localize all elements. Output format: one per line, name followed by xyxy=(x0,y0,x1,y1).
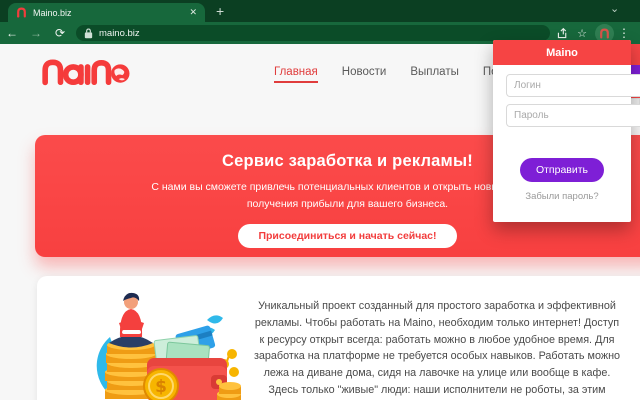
join-now-button[interactable]: Присоединиться и начать сейчас! xyxy=(238,223,457,248)
popup-body: Отправить Забыли пароль? xyxy=(493,65,640,202)
login-row xyxy=(501,74,640,97)
forward-icon[interactable]: → xyxy=(24,22,48,44)
browser-menu-icon[interactable]: ⋮ xyxy=(618,26,626,40)
address-bar[interactable]: maino.biz xyxy=(76,25,550,41)
maino-logo[interactable] xyxy=(38,56,130,93)
browser-tab[interactable]: Maino.biz ✕ xyxy=(8,3,205,22)
login-input[interactable] xyxy=(506,74,640,97)
lock-icon xyxy=(84,28,93,38)
reload-icon[interactable]: ⟳ xyxy=(48,22,72,44)
url-text: maino.biz xyxy=(99,27,140,39)
popup-header: Maino xyxy=(493,40,631,65)
nav-item-glavnaya[interactable]: Главная xyxy=(274,66,318,83)
nav-item-vyplaty[interactable]: Выплаты xyxy=(410,66,459,83)
maino-favicon xyxy=(17,7,26,18)
browser-tab-strip: Maino.biz ✕ + ⌄ xyxy=(0,0,640,22)
nav-item-novosti[interactable]: Новости xyxy=(342,66,387,83)
forgot-password-link[interactable]: Забыли пароль? xyxy=(501,191,623,202)
page-edge-fragment-red-top xyxy=(630,44,640,65)
svg-text:$: $ xyxy=(155,377,167,397)
tab-search-chevron-icon[interactable]: ⌄ xyxy=(610,2,619,15)
bookmark-star-icon[interactable]: ☆ xyxy=(573,27,591,40)
maino-extension-glyph xyxy=(600,28,609,38)
new-tab-button[interactable]: + xyxy=(216,4,224,18)
about-text: Уникальный проект созданный для простого… xyxy=(253,300,621,397)
tab-close-icon[interactable]: ✕ xyxy=(189,8,197,17)
back-icon[interactable]: ← xyxy=(0,22,24,44)
earnings-illustration: $ xyxy=(96,292,241,400)
submit-button[interactable]: Отправить xyxy=(519,158,605,182)
about-card: $ Уникальный проект созданный для просто… xyxy=(37,276,640,400)
password-input[interactable] xyxy=(506,104,640,127)
tab-title: Maino.biz xyxy=(33,7,72,18)
maino-extension-popup: Maino Отправить Забыли пароль? xyxy=(493,40,640,222)
share-icon[interactable] xyxy=(556,27,569,40)
password-row xyxy=(501,104,640,127)
